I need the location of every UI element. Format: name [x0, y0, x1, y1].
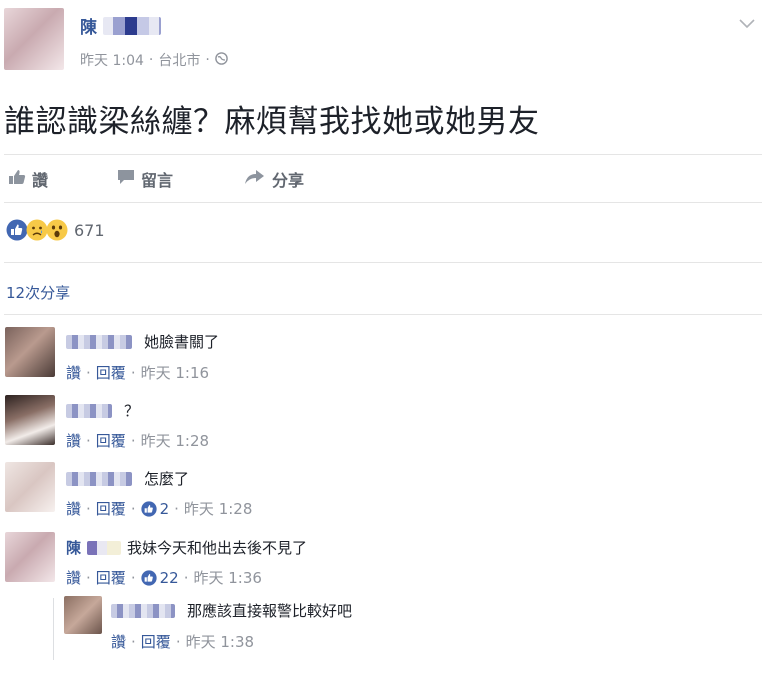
comment-like-link[interactable]: 讚 — [66, 498, 81, 519]
comment-reply-link[interactable]: 回覆 — [96, 567, 126, 588]
comment-time[interactable]: 昨天 1:16 — [141, 362, 209, 383]
reply-thread-line — [53, 598, 54, 660]
comment-time[interactable]: 昨天 1:28 — [141, 430, 209, 451]
comment-button[interactable]: 留言 — [117, 167, 173, 191]
commenter-avatar[interactable] — [5, 462, 55, 512]
comment-actions: 讚 · 回覆 · 2 · 昨天 1:28 — [66, 498, 252, 519]
comment-body: ？ — [66, 400, 139, 421]
replier-avatar[interactable] — [64, 596, 102, 634]
meta-separator: · — [130, 499, 136, 518]
reply-text: 那應該直接報警比較好吧 — [187, 602, 353, 620]
reply-actions: 讚 · 回覆 · 昨天 1:38 — [111, 631, 254, 652]
comment-reply-link[interactable]: 回覆 — [96, 362, 126, 383]
comment-body: 陳 我妹今天和他出去後不見了 — [66, 537, 307, 558]
comment-like-count: 22 — [159, 568, 179, 587]
like-button[interactable]: 讚 — [8, 167, 48, 191]
thumbs-up-icon — [8, 169, 26, 189]
comment-text: 她臉書關了 — [144, 333, 220, 351]
comment-text: 怎麼了 — [144, 470, 190, 488]
comment-like-link[interactable]: 讚 — [66, 430, 81, 451]
wow-reaction-icon — [46, 219, 68, 241]
meta-separator: · — [86, 568, 91, 587]
meta-separator: · — [174, 499, 179, 518]
reply-time[interactable]: 昨天 1:38 — [186, 631, 254, 652]
reply-like-link[interactable]: 讚 — [111, 631, 126, 652]
blurred-name[interactable] — [66, 334, 132, 349]
share-label: 分享 — [272, 171, 305, 190]
divider — [4, 314, 762, 315]
chevron-down-icon[interactable] — [739, 14, 755, 33]
sad-reaction-icon — [26, 219, 48, 241]
comment-body: 怎麼了 — [66, 468, 189, 489]
like-reaction-icon — [6, 219, 28, 241]
commenter-avatar[interactable] — [5, 327, 55, 377]
meta-separator: · — [130, 431, 136, 450]
post-location[interactable]: 台北市 — [158, 50, 200, 70]
comment-reply-link[interactable]: 回覆 — [96, 498, 126, 519]
blurred-name[interactable] — [66, 471, 132, 486]
comment-time[interactable]: 昨天 1:36 — [193, 567, 261, 588]
blurred-name — [103, 16, 161, 35]
comment-label: 留言 — [141, 171, 174, 190]
meta-separator: · — [130, 568, 136, 587]
divider — [4, 202, 762, 203]
comment-actions: 讚 · 回覆 · 22 · 昨天 1:36 — [66, 567, 262, 588]
comment-like-link[interactable]: 讚 — [66, 362, 81, 383]
post-author[interactable]: 陳 — [80, 13, 161, 38]
meta-separator: · — [131, 632, 136, 651]
blurred-name[interactable] — [111, 603, 175, 618]
commenter-name[interactable]: 陳 — [66, 537, 81, 558]
commenter-avatar[interactable] — [5, 395, 55, 445]
comment-actions: 讚 · 回覆 · 昨天 1:28 — [66, 430, 209, 451]
reactions-summary[interactable]: 671 — [6, 219, 105, 241]
reply-reply-link[interactable]: 回覆 — [141, 631, 171, 652]
share-count[interactable]: 12次分享 — [6, 282, 70, 303]
divider — [4, 262, 762, 263]
comment-reply-link[interactable]: 回覆 — [96, 430, 126, 451]
meta-separator: · — [205, 52, 210, 68]
author-avatar[interactable] — [4, 8, 64, 70]
comment-time[interactable]: 昨天 1:28 — [184, 498, 252, 519]
meta-separator: · — [183, 568, 189, 587]
blurred-name[interactable] — [66, 403, 112, 418]
comment-icon — [117, 169, 135, 189]
comment-text: 我妹今天和他出去後不見了 — [127, 539, 308, 557]
share-button[interactable]: 分享 — [244, 167, 304, 191]
post-meta: 昨天 1:04 · 台北市 · — [80, 50, 228, 70]
meta-separator: · — [86, 499, 91, 518]
post-time[interactable]: 昨天 1:04 — [80, 50, 144, 70]
comment-like-link[interactable]: 讚 — [66, 567, 81, 588]
meta-separator: · — [86, 363, 91, 382]
comment-like-badge[interactable]: 22 — [140, 568, 179, 587]
comment-text: ？ — [124, 402, 140, 420]
meta-separator: · — [86, 431, 91, 450]
reaction-count[interactable]: 671 — [74, 221, 105, 240]
comment-body: 她臉書關了 — [66, 331, 219, 352]
author-name[interactable]: 陳 — [80, 13, 97, 38]
like-label: 讚 — [32, 171, 49, 190]
like-reaction-icon — [140, 569, 157, 586]
commenter-avatar[interactable] — [5, 532, 55, 582]
post-text: 誰認識梁絲纏？麻煩幫我找她或她男友 — [4, 104, 540, 140]
meta-separator: · — [130, 363, 136, 382]
comment-like-badge[interactable]: 2 — [140, 499, 170, 518]
comment-actions: 讚 · 回覆 · 昨天 1:16 — [66, 362, 209, 383]
comment-like-count: 2 — [159, 499, 170, 518]
share-arrow-icon — [244, 169, 266, 189]
divider — [4, 154, 762, 155]
meta-separator: · — [148, 52, 154, 68]
globe-icon — [214, 51, 228, 69]
reply-body: 那應該直接報警比較好吧 — [111, 600, 352, 621]
like-reaction-icon — [140, 500, 157, 517]
meta-separator: · — [175, 632, 181, 651]
blurred-name[interactable] — [87, 540, 122, 555]
